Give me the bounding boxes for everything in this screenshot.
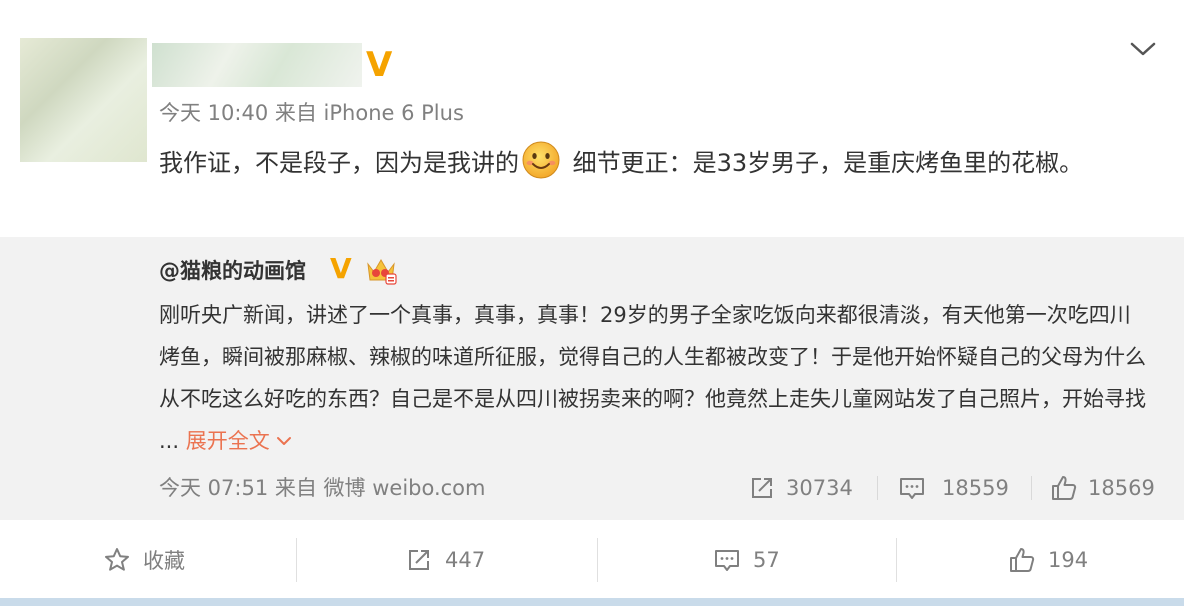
divider [877, 476, 878, 500]
repost-count: 447 [445, 548, 486, 572]
chevron-down-icon[interactable] [1128, 36, 1158, 62]
repost-like-count-button[interactable]: 18569 [1050, 472, 1155, 504]
author-name-redacted[interactable] [152, 43, 362, 87]
verified-badge: V [366, 45, 393, 85]
repost-comment-count: 18559 [942, 476, 1009, 500]
repost-like-count: 18569 [1088, 476, 1155, 500]
repost-body: 刚听央广新闻，讲述了一个真事，真事，真事！29岁的男子全家吃饭向来都很清淡，有天… [159, 303, 1146, 453]
repost-share-count: 30734 [786, 476, 853, 500]
favorite-label: 收藏 [143, 549, 185, 573]
post-text: 我作证，不是段子，因为是我讲的 细节更正：是33岁男子，是重庆烤鱼里的花椒。 [159, 140, 1149, 183]
post-meta: 今天 10:40 来自 iPhone 6 Plus [159, 101, 464, 125]
share-icon [409, 550, 429, 570]
divider [1031, 476, 1032, 500]
smile-emoji-icon [522, 141, 560, 179]
post-text-part2: 细节更正：是33岁男子，是重庆烤鱼里的花椒。 [565, 149, 1084, 177]
expand-full-text-link[interactable]: 展开全文 [186, 429, 292, 453]
star-icon [105, 548, 129, 571]
chevron-down-icon [276, 437, 291, 445]
comment-button[interactable]: 57 [713, 540, 780, 580]
bottom-border [0, 598, 1184, 606]
thumbs-up-icon [1010, 548, 1035, 572]
favorite-button[interactable]: 收藏 [103, 540, 185, 580]
repost-text: 刚听央广新闻，讲述了一个真事，真事，真事！29岁的男子全家吃饭向来都很清淡，有天… [159, 294, 1149, 462]
avatar[interactable] [20, 38, 147, 162]
repost-meta: 今天 07:51 来自 微博 weibo.com [159, 476, 486, 500]
thumbs-up-icon [1052, 476, 1077, 500]
crown-member-icon [367, 259, 397, 285]
repost-author-link[interactable]: @猫粮的动画馆 [159, 256, 306, 286]
comment-count: 57 [753, 548, 780, 572]
repost-verified-badge: V [330, 252, 352, 285]
comment-icon [900, 478, 924, 499]
repost-button[interactable]: 447 [405, 540, 485, 580]
expand-label: 展开全文 [185, 429, 270, 453]
divider [597, 538, 598, 582]
comment-icon [715, 550, 739, 571]
divider [296, 538, 297, 582]
repost-share-count-button[interactable]: 30734 [748, 472, 853, 504]
like-button[interactable]: 194 [1008, 540, 1088, 580]
like-count: 194 [1048, 548, 1089, 572]
divider [896, 538, 897, 582]
share-icon [752, 478, 772, 498]
post-text-part1: 我作证，不是段子，因为是我讲的 [159, 149, 519, 177]
repost-comment-count-button[interactable]: 18559 [898, 472, 1009, 504]
